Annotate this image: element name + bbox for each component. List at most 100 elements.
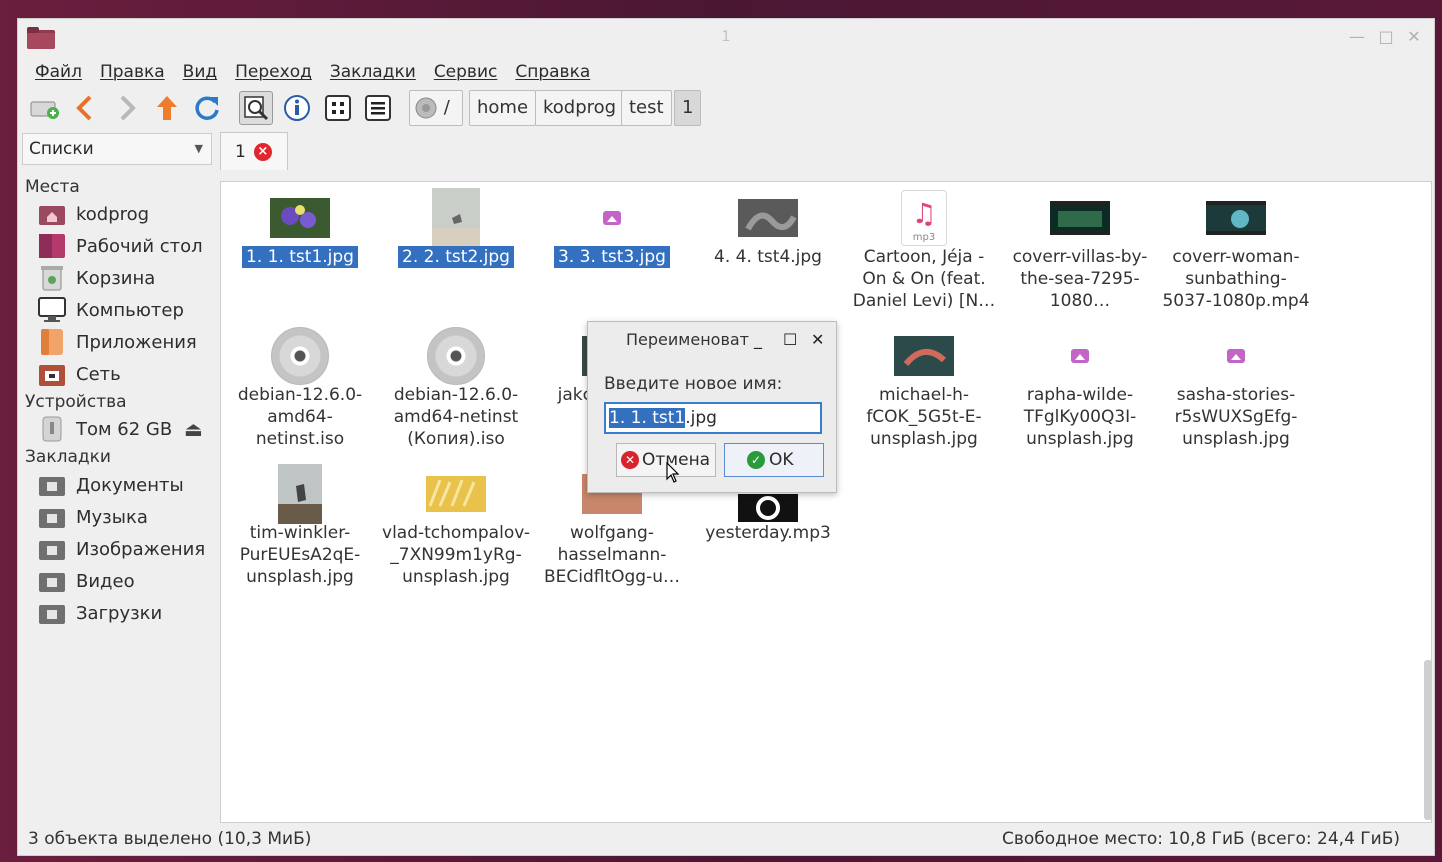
file-item[interactable]: 1. 1. tst1.jpg (225, 184, 375, 314)
sidebar-item-documents[interactable]: Документы (38, 470, 184, 500)
video-thumbnail (1005, 184, 1155, 252)
dialog-title: Переименоват (626, 330, 749, 349)
dialog-close-icon[interactable]: ✕ (811, 330, 824, 349)
new-tab-button[interactable] (28, 91, 62, 125)
menu-bookmarks[interactable]: Закладки (321, 59, 425, 85)
grid-view-icon (325, 95, 351, 121)
file-name: Cartoon, Jéja - On & On (feat. Daniel Le… (852, 247, 996, 311)
sidebar-item-network[interactable]: Сеть (38, 359, 121, 389)
up-arrow-icon (157, 96, 177, 120)
sidebar-item-label: Том 62 GB (76, 418, 173, 440)
menu-tools[interactable]: Сервис (425, 59, 507, 85)
sidebar-item-videos[interactable]: Видео (38, 566, 135, 596)
sidebar-item-trash[interactable]: Корзина (38, 263, 155, 293)
status-selection: 3 объекта выделено (10,3 МиБ) (28, 829, 312, 849)
close-icon[interactable]: ✕ (1404, 27, 1424, 47)
chevron-down-icon: ▼ (194, 142, 203, 155)
ok-label: OK (769, 450, 794, 470)
file-name-text: 1. 1. tst1.jpg (242, 246, 358, 268)
file-name: wolfgang-hasselmann-BECidfltOgg-u… (543, 523, 681, 587)
back-button[interactable] (68, 91, 102, 125)
side-pane-mode-select[interactable]: Списки ▼ (22, 133, 212, 165)
usb-drive-icon (38, 416, 66, 442)
ok-button[interactable]: ✓ OK (724, 443, 824, 477)
file-item[interactable]: rapha-wilde-TFglKy00Q3I-unsplash.jpg (1005, 322, 1155, 452)
file-item[interactable]: 4. 4. tst4.jpg (693, 184, 843, 314)
file-item[interactable]: michael-h-fCOK_5G5t-E-unsplash.jpg (849, 322, 999, 452)
file-item[interactable]: sasha-stories-r5sWUXSgEfg-unsplash.jpg (1161, 322, 1311, 452)
new-name-rest-text: .jpg (685, 408, 717, 428)
tab-close-icon[interactable]: × (253, 142, 272, 161)
sidebar-item-label: kodprog (76, 203, 150, 225)
new-name-input[interactable]: 1. 1. tst1.jpg (604, 402, 822, 434)
thumbnail-view-button[interactable] (239, 91, 273, 125)
menu-edit[interactable]: Правка (91, 59, 174, 85)
icon-view-button[interactable] (280, 91, 314, 125)
sidebar-item-downloads[interactable]: Загрузки (38, 598, 162, 628)
new-name-selected-text: 1. 1. tst1 (609, 408, 686, 428)
vertical-scrollbar[interactable] (1424, 660, 1431, 820)
menu-file[interactable]: Файл (26, 59, 91, 85)
menu-view[interactable]: Вид (174, 59, 226, 85)
file-item[interactable]: coverr-woman-sunbathing-5037-1080p.mp4 (1161, 184, 1311, 314)
file-item[interactable]: coverr-villas-by-the-sea-7295-1080… (1005, 184, 1155, 314)
sidebar-item-computer[interactable]: Компьютер (38, 295, 184, 325)
image-icon (1161, 322, 1311, 390)
photo-thumbnail (693, 184, 843, 252)
minimize-icon[interactable]: — (1347, 27, 1367, 47)
menu-go[interactable]: Переход (226, 59, 321, 85)
checkmark-icon: ✓ (747, 451, 765, 469)
rename-dialog: Переименоват _ ☐ ✕ Введите новое имя: 1.… (587, 321, 837, 493)
file-name: vlad-tchompalov-_7XN99m1yRg-unsplash.jpg (382, 523, 530, 587)
file-name-text: 2. 2. tst2.jpg (398, 246, 514, 268)
file-name: sasha-stories-r5sWUXSgEfg-unsplash.jpg (1174, 385, 1298, 449)
sidebar-item-label: Компьютер (76, 299, 184, 321)
sidebar-item-desktop[interactable]: Рабочий стол (38, 231, 203, 261)
home-folder-icon (38, 201, 66, 227)
breadcrumb-kodprog[interactable]: kodprog (535, 90, 625, 126)
applications-icon (38, 329, 66, 355)
sidebar-item-label: Загрузки (76, 602, 163, 624)
file-item[interactable]: vlad-tchompalov-_7XN99m1yRg-unsplash.jpg (381, 460, 531, 590)
downloads-folder-icon (38, 600, 66, 626)
file-item[interactable]: ♫ mp3 Cartoon, Jéja - On & On (feat. Dani… (849, 184, 999, 314)
trash-icon (38, 265, 66, 291)
compact-view-button[interactable] (321, 91, 355, 125)
file-view[interactable]: 1. 1. tst1.jpg 2. 2. tst2.jpg 3. 3. tst3… (220, 181, 1432, 823)
disc-icon (381, 322, 531, 390)
file-item[interactable]: debian-12.6.0-amd64-netinst.iso (225, 322, 375, 452)
path-root-button[interactable]: / (409, 90, 463, 126)
breadcrumb-test[interactable]: test (621, 90, 672, 126)
places-header: Места (25, 177, 80, 197)
file-name: coverr-woman-sunbathing-5037-1080p.mp4 (1162, 247, 1310, 311)
sidebar-item-pictures[interactable]: Изображения (38, 534, 205, 564)
breadcrumb-home[interactable]: home (469, 90, 537, 126)
sidebar-item-label: Приложения (76, 331, 197, 353)
sidebar-item-applications[interactable]: Приложения (38, 327, 197, 357)
breadcrumb-current[interactable]: 1 (674, 90, 702, 126)
forward-button[interactable] (110, 91, 144, 125)
sidebar-item-label: Корзина (76, 267, 156, 289)
file-name: 3. 3. tst3.jpg (537, 246, 687, 268)
side-pane-mode-label: Списки (29, 139, 94, 159)
back-arrow-icon (76, 95, 92, 121)
reload-button[interactable] (190, 91, 224, 125)
maximize-icon[interactable]: □ (1376, 27, 1396, 47)
file-item[interactable]: debian-12.6.0-amd64-netinst (Копия).iso (381, 322, 531, 452)
sidebar-item-kodprog[interactable]: kodprog (38, 199, 149, 229)
file-item[interactable]: 2. 2. tst2.jpg (381, 184, 531, 314)
sidebar-item-music[interactable]: Музыка (38, 502, 148, 532)
tab-current-folder[interactable]: 1 × (220, 132, 288, 170)
bookmarks-header: Закладки (25, 447, 111, 467)
dialog-prompt: Введите новое имя: (604, 374, 783, 394)
file-item[interactable]: 3. 3. tst3.jpg (537, 184, 687, 314)
eject-icon[interactable]: ⏏ (184, 417, 203, 441)
up-button[interactable] (150, 91, 184, 125)
menu-help[interactable]: Справка (506, 59, 599, 85)
detailed-list-view-button[interactable] (361, 91, 395, 125)
dialog-minimize-icon[interactable]: _ (754, 330, 762, 349)
file-item[interactable]: tim-winkler-PurEUEsA2qE-unsplash.jpg (225, 460, 375, 590)
dialog-maximize-icon[interactable]: ☐ (783, 330, 797, 349)
sidebar-item-volume[interactable]: Том 62 GB (38, 414, 172, 444)
photo-thumbnail (225, 460, 375, 528)
